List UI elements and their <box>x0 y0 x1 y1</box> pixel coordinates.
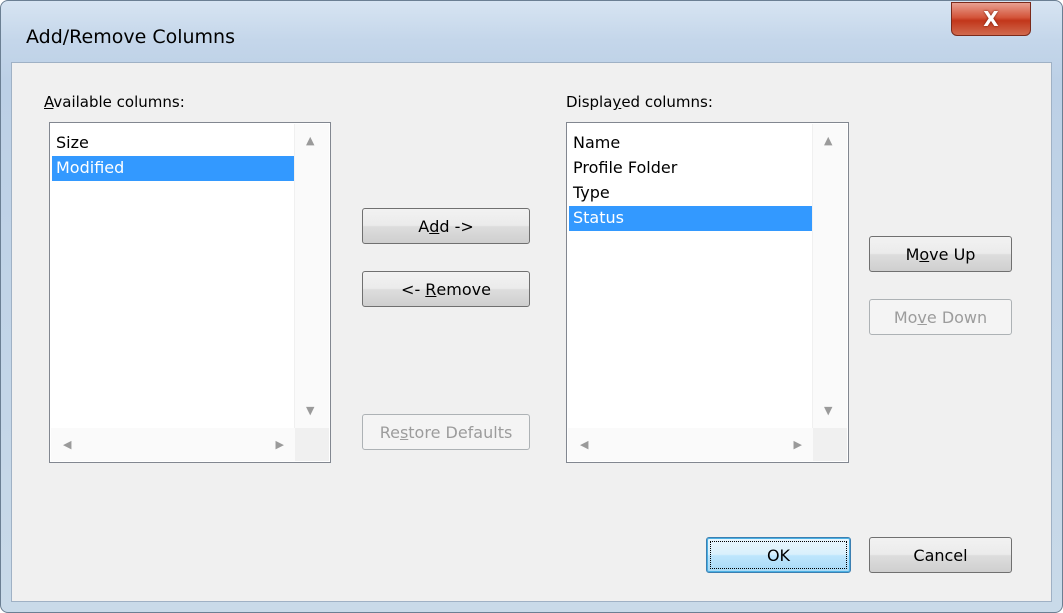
scroll-up-arrow-icon[interactable]: ▲ <box>824 135 832 146</box>
scroll-corner <box>295 428 329 461</box>
ok-button[interactable]: OK <box>706 537 851 573</box>
scroll-up-arrow-icon[interactable]: ▲ <box>306 135 314 146</box>
move-down-button[interactable]: Mo v e Down <box>869 299 1012 335</box>
dialog-client-area: Available columns: Size Modified ▲ ▼ ◀ ▶… <box>11 62 1052 602</box>
list-item[interactable]: Profile Folder <box>569 156 812 181</box>
scroll-right-arrow-icon[interactable]: ▶ <box>794 439 802 450</box>
restore-defaults-button[interactable]: Re s tore Defaults <box>362 414 530 450</box>
list-item[interactable]: Size <box>52 131 294 156</box>
displayed-columns-list[interactable]: Name Profile Folder Type Status ▲ ▼ ◀ ▶ <box>566 122 849 463</box>
scroll-left-arrow-icon[interactable]: ◀ <box>580 439 588 450</box>
move-up-button[interactable]: Mo ve Up <box>869 236 1012 272</box>
list-item[interactable]: Status <box>569 206 812 231</box>
close-button[interactable]: X <box>951 2 1031 36</box>
scroll-left-arrow-icon[interactable]: ◀ <box>63 439 71 450</box>
focus-rectangle <box>710 541 847 569</box>
horizontal-scrollbar[interactable]: ◀ ▶ <box>568 428 813 461</box>
available-columns-list[interactable]: Size Modified ▲ ▼ ◀ ▶ <box>49 122 331 463</box>
displayed-columns-label: Displayed columns: <box>566 93 713 111</box>
horizontal-scrollbar[interactable]: ◀ ▶ <box>51 428 295 461</box>
scroll-corner <box>813 428 847 461</box>
scroll-down-arrow-icon[interactable]: ▼ <box>824 405 832 416</box>
add-button[interactable]: Add -> <box>362 208 530 244</box>
cancel-button[interactable]: Cancel <box>869 537 1012 573</box>
vertical-scrollbar[interactable]: ▲ ▼ <box>812 124 847 428</box>
available-items: Size Modified <box>52 131 294 181</box>
dialog-title: Add/Remove Columns <box>26 26 235 48</box>
list-item[interactable]: Type <box>569 181 812 206</box>
list-item[interactable]: Name <box>569 131 812 156</box>
remove-button[interactable]: <- Remove <box>362 271 530 307</box>
available-columns-label: Available columns: <box>44 93 185 111</box>
list-item[interactable]: Modified <box>52 156 294 181</box>
close-icon: X <box>983 7 999 31</box>
scroll-down-arrow-icon[interactable]: ▼ <box>306 405 314 416</box>
dialog-window: Add/Remove Columns X Available columns: … <box>0 0 1063 613</box>
vertical-scrollbar[interactable]: ▲ ▼ <box>294 124 329 428</box>
displayed-items: Name Profile Folder Type Status <box>569 131 812 231</box>
scroll-right-arrow-icon[interactable]: ▶ <box>276 439 284 450</box>
